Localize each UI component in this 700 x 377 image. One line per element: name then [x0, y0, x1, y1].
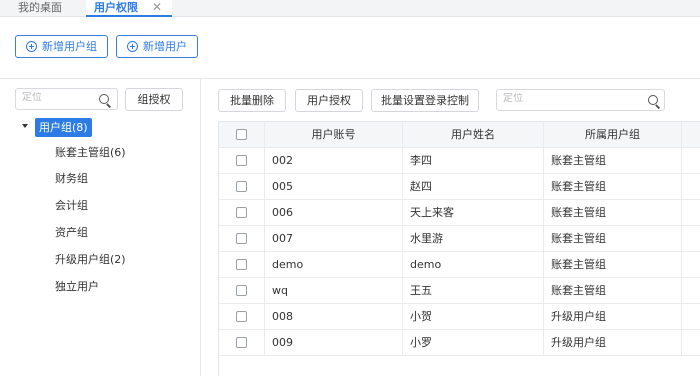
cell-name: demo: [403, 252, 544, 278]
column-header-account[interactable]: 用户账号: [265, 122, 403, 148]
row-checkbox[interactable]: [236, 337, 247, 348]
cell-group: 升级用户组: [544, 304, 682, 330]
cell-extra: [682, 304, 700, 330]
row-select-cell: [219, 278, 265, 304]
panel-divider: [200, 79, 201, 376]
table-row[interactable]: 007 水里游 账套主管组: [219, 226, 700, 252]
table-header: 用户账号 用户姓名 所属用户组: [219, 122, 700, 148]
batch-login-control-button[interactable]: 批量设置登录控制: [371, 89, 479, 112]
cell-name: 小罗: [403, 330, 544, 356]
row-checkbox[interactable]: [236, 181, 247, 192]
user-search-input[interactable]: [503, 93, 620, 104]
cell-group: 账套主管组: [544, 278, 682, 304]
toolbar-divider: [0, 78, 700, 79]
table-row[interactable]: 002 李四 账套主管组: [219, 148, 700, 174]
tree-item[interactable]: 资产组: [55, 225, 88, 241]
tab-bar: 我的桌面 用户权限 ✕: [0, 0, 700, 17]
row-checkbox[interactable]: [236, 207, 247, 218]
search-icon[interactable]: [648, 95, 658, 105]
row-select-cell: [219, 304, 265, 330]
group-search-box[interactable]: [15, 88, 118, 110]
row-checkbox[interactable]: [236, 311, 247, 322]
cell-extra: [682, 174, 700, 200]
cell-account: 007: [265, 226, 403, 252]
cell-extra: [682, 278, 700, 304]
plus-circle-icon: [26, 41, 37, 52]
cell-extra: [682, 226, 700, 252]
cell-name: 天上来客: [403, 200, 544, 226]
table-row[interactable]: 005 赵四 账套主管组: [219, 174, 700, 200]
cell-account: wq: [265, 278, 403, 304]
cell-group: 账套主管组: [544, 252, 682, 278]
cell-account: 008: [265, 304, 403, 330]
tree-item[interactable]: 会计组: [55, 198, 88, 214]
user-table: 用户账号 用户姓名 所属用户组 002 李四 账套主管组 005 赵四 账套主管…: [218, 121, 700, 376]
caret-down-icon[interactable]: [22, 124, 28, 128]
cell-group: 账套主管组: [544, 148, 682, 174]
add-user-label: 新增用户: [143, 40, 187, 53]
table-row[interactable]: demo demo 账套主管组: [219, 252, 700, 278]
table-empty-area: [219, 356, 700, 377]
tree-item[interactable]: 升级用户组(2): [55, 252, 126, 268]
cell-extra: [682, 330, 700, 356]
row-select-cell: [219, 252, 265, 278]
cell-account: demo: [265, 252, 403, 278]
search-icon[interactable]: [99, 94, 109, 104]
tab-desktop[interactable]: 我的桌面: [18, 0, 62, 17]
batch-delete-button[interactable]: 批量删除: [218, 89, 286, 112]
tree-item[interactable]: 财务组: [55, 171, 88, 187]
cell-name: 水里游: [403, 226, 544, 252]
user-authorize-button[interactable]: 用户授权: [295, 89, 363, 112]
tab-user-permissions[interactable]: 用户权限 ✕: [86, 0, 172, 17]
cell-account: 005: [265, 174, 403, 200]
cell-account: 006: [265, 200, 403, 226]
table-row[interactable]: wq 王五 账套主管组: [219, 278, 700, 304]
row-select-cell: [219, 148, 265, 174]
add-user-group-label: 新增用户组: [42, 40, 97, 53]
plus-circle-icon: [127, 41, 138, 52]
cell-account: 009: [265, 330, 403, 356]
row-select-cell: [219, 226, 265, 252]
cell-extra: [682, 148, 700, 174]
column-header-group[interactable]: 所属用户组: [544, 122, 682, 148]
cell-extra: [682, 200, 700, 226]
tab-user-permissions-label: 用户权限: [94, 1, 138, 14]
row-checkbox[interactable]: [236, 233, 247, 244]
tree-item[interactable]: 独立用户: [55, 279, 99, 295]
add-user-group-button[interactable]: 新增用户组: [15, 35, 108, 58]
column-header-name[interactable]: 用户姓名: [403, 122, 544, 148]
tree-root-user-groups[interactable]: 用户组(8): [35, 118, 92, 137]
cell-group: 账套主管组: [544, 226, 682, 252]
group-search-input[interactable]: [22, 92, 93, 103]
cell-group: 账套主管组: [544, 200, 682, 226]
row-select-cell: [219, 200, 265, 226]
row-checkbox[interactable]: [236, 155, 247, 166]
table-row[interactable]: 009 小罗 升级用户组: [219, 330, 700, 356]
cell-group: 账套主管组: [544, 174, 682, 200]
user-search-box[interactable]: [496, 89, 665, 111]
table-row[interactable]: 006 天上来客 账套主管组: [219, 200, 700, 226]
row-checkbox[interactable]: [236, 285, 247, 296]
tree-item[interactable]: 账套主管组(6): [55, 145, 126, 161]
cell-account: 002: [265, 148, 403, 174]
add-user-button[interactable]: 新增用户: [116, 35, 198, 58]
close-icon[interactable]: ✕: [152, 0, 162, 15]
table-row[interactable]: 008 小贺 升级用户组: [219, 304, 700, 330]
column-header-extra: [682, 122, 700, 148]
cell-name: 王五: [403, 278, 544, 304]
row-select-cell: [219, 330, 265, 356]
cell-name: 赵四: [403, 174, 544, 200]
select-all-checkbox[interactable]: [236, 129, 247, 140]
cell-name: 小贺: [403, 304, 544, 330]
row-checkbox[interactable]: [236, 259, 247, 270]
cell-name: 李四: [403, 148, 544, 174]
cell-group: 升级用户组: [544, 330, 682, 356]
cell-extra: [682, 252, 700, 278]
row-select-cell: [219, 174, 265, 200]
select-all-cell: [219, 122, 265, 148]
group-authorize-button[interactable]: 组授权: [125, 88, 183, 111]
